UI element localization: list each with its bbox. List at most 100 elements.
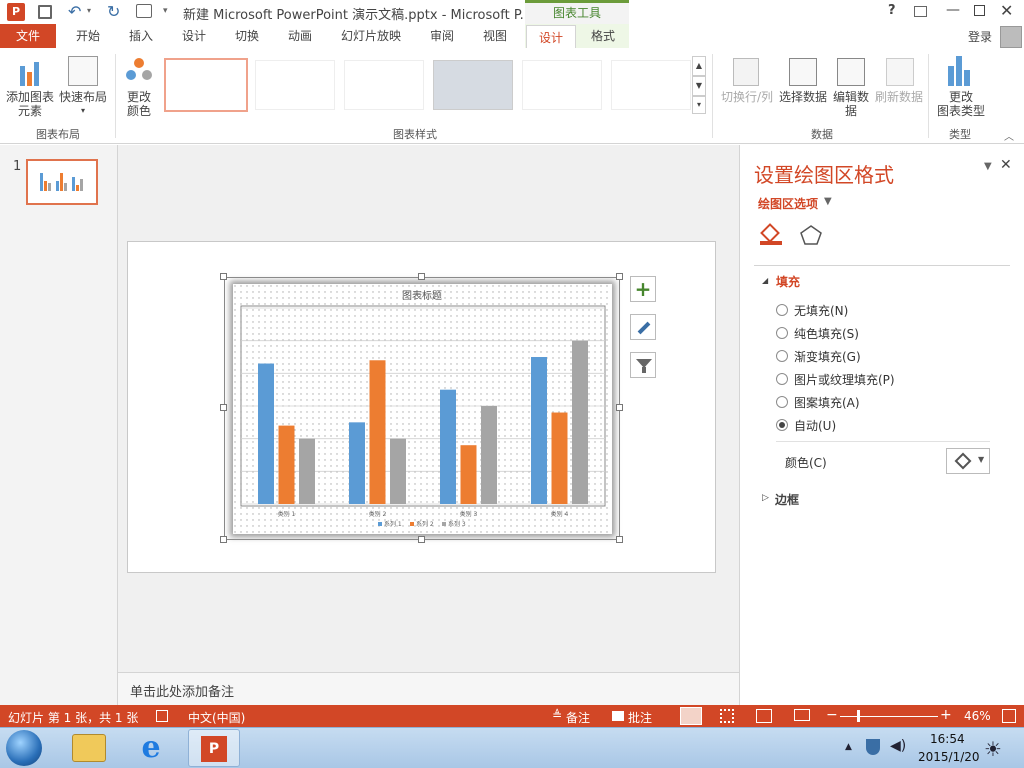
radio-pattern-fill[interactable] <box>776 396 788 408</box>
show-hidden-icons[interactable]: ▲ <box>845 742 852 752</box>
chart-filters-button[interactable] <box>630 352 656 378</box>
tab-design[interactable]: 设计 <box>168 24 220 48</box>
bar-2-1[interactable] <box>278 425 295 504</box>
selection-handle[interactable] <box>418 273 425 280</box>
zoom-slider-track[interactable] <box>840 716 938 717</box>
zoom-out-button[interactable]: − <box>826 707 838 723</box>
start-button[interactable] <box>6 730 42 766</box>
selection-handle[interactable] <box>220 404 227 411</box>
restore-button[interactable] <box>974 5 985 16</box>
bar-2-4[interactable] <box>551 412 568 504</box>
pane-options-dropdown-icon[interactable]: ▼ <box>984 161 992 172</box>
normal-view-button[interactable] <box>680 707 702 725</box>
fill-section-collapse-icon[interactable]: ◢ <box>762 276 768 285</box>
radio-no-fill[interactable] <box>776 304 788 316</box>
brightness-icon[interactable]: ☀ <box>984 737 1002 761</box>
slide-canvas[interactable]: 图表标题 类别 1 类别 2 类别 3 类别 4 系列 1 系列 2 系列 3 + <box>127 241 716 573</box>
powerpoint-taskbar-icon[interactable]: P <box>188 729 240 767</box>
language-status[interactable]: 中文(中国) <box>188 709 245 726</box>
chart-style-1[interactable] <box>164 58 248 112</box>
add-chart-element-button[interactable]: 添加图表 元素 <box>4 90 56 118</box>
login-link[interactable]: 登录 <box>968 28 992 45</box>
tab-view[interactable]: 视图 <box>470 24 520 48</box>
chart-area[interactable]: 图表标题 类别 1 类别 2 类别 3 类别 4 系列 1 系列 2 系列 3 <box>233 284 612 534</box>
radio-gradient-fill[interactable] <box>776 350 788 362</box>
volume-icon[interactable]: ◀) <box>890 738 906 754</box>
bar-1-1[interactable] <box>258 363 274 504</box>
chart-style-6[interactable] <box>611 60 691 110</box>
radio-picture-fill[interactable] <box>776 373 788 385</box>
save-icon[interactable] <box>38 5 52 19</box>
close-button[interactable]: ✕ <box>1000 1 1013 20</box>
tab-slideshow[interactable]: 幻灯片放映 <box>330 24 412 48</box>
clock-time[interactable]: 16:54 <box>930 732 965 746</box>
automatic-fill-option[interactable]: 自动(U) <box>776 415 836 435</box>
select-data-button[interactable]: 选择数据 <box>776 90 830 104</box>
notes-toggle-button[interactable]: 备注 <box>566 709 590 726</box>
plot-area-options-dropdown-icon[interactable]: ▼ <box>824 196 832 207</box>
legend-entry[interactable]: 系列 3 <box>448 520 466 528</box>
no-fill-option[interactable]: 无填充(N) <box>776 300 848 320</box>
border-section-header[interactable]: 边框 <box>775 491 799 508</box>
notes-pane[interactable]: 单击此处添加备注 <box>118 672 739 705</box>
pane-close-button[interactable]: ✕ <box>1000 157 1012 173</box>
effects-tab-icon[interactable] <box>800 225 822 245</box>
comments-button[interactable]: 批注 <box>628 709 652 726</box>
tab-home[interactable]: 开始 <box>62 24 114 48</box>
slide-count-status[interactable]: 幻灯片 第 1 张，共 1 张 <box>8 709 138 726</box>
undo-icon[interactable]: ↶ <box>68 2 81 21</box>
quick-layout-button[interactable]: 快速布局 <box>56 90 110 104</box>
gallery-more-icon[interactable]: ▾ <box>692 96 706 114</box>
selection-handle[interactable] <box>616 404 623 411</box>
zoom-slider-thumb[interactable] <box>857 710 860 722</box>
slideshow-view-button[interactable] <box>794 709 810 721</box>
gallery-scroll-up-icon[interactable]: ▲ <box>692 56 706 76</box>
bar-1-3[interactable] <box>440 389 456 504</box>
bar-3-2[interactable] <box>390 438 406 504</box>
chart-style-2[interactable] <box>255 60 335 110</box>
switch-row-column-button[interactable]: 切换行/列 <box>718 90 776 104</box>
notes-toggle-icon[interactable]: ≜ <box>552 708 562 722</box>
picture-texture-fill-option[interactable]: 图片或纹理填充(P) <box>776 369 895 389</box>
gallery-scroll-down-icon[interactable]: ▼ <box>692 76 706 96</box>
tab-chart-design[interactable]: 设计 <box>526 25 576 49</box>
fill-section-header[interactable]: 填充 <box>776 273 800 290</box>
comments-icon[interactable] <box>612 711 624 721</box>
refresh-data-button[interactable]: 刷新数据 <box>872 90 926 104</box>
edit-data-button[interactable]: 编辑数 据 <box>830 90 872 118</box>
border-section-expand-icon[interactable]: ▷ <box>762 493 769 503</box>
chart-styles-brush-button[interactable] <box>630 314 656 340</box>
collapse-ribbon-icon[interactable]: ︿ <box>1004 128 1014 143</box>
fit-to-window-button[interactable] <box>1002 709 1016 723</box>
chart-elements-button[interactable]: + <box>630 276 656 302</box>
fill-line-tab-icon[interactable] <box>760 223 782 246</box>
radio-solid-fill[interactable] <box>776 327 788 339</box>
tab-chart-format[interactable]: 格式 <box>578 24 628 48</box>
ribbon-display-options-icon[interactable] <box>914 6 927 17</box>
start-from-beginning-icon[interactable] <box>136 4 152 18</box>
zoom-in-button[interactable]: + <box>940 707 952 723</box>
minimize-button[interactable]: — <box>946 2 960 18</box>
help-button[interactable]: ? <box>888 3 896 18</box>
slide-thumbnail[interactable] <box>26 159 98 205</box>
reading-view-button[interactable] <box>756 709 772 723</box>
tab-transitions[interactable]: 切换 <box>222 24 272 48</box>
pattern-fill-option[interactable]: 图案填充(A) <box>776 392 860 412</box>
security-shield-icon[interactable] <box>866 739 880 755</box>
selection-handle[interactable] <box>616 273 623 280</box>
chart-style-3[interactable] <box>344 60 424 110</box>
selection-handle[interactable] <box>418 536 425 543</box>
legend-entry[interactable]: 系列 2 <box>416 520 434 528</box>
radio-automatic[interactable] <box>776 419 788 431</box>
slide-sorter-view-button[interactable] <box>720 709 734 723</box>
internet-explorer-taskbar-icon[interactable]: e <box>134 732 168 764</box>
bar-3-3[interactable] <box>481 406 497 504</box>
notes-placeholder[interactable]: 单击此处添加备注 <box>130 681 234 700</box>
change-colors-button[interactable]: 更改 颜色 <box>118 90 160 118</box>
zoom-level[interactable]: 46% <box>964 709 991 723</box>
spell-check-icon[interactable] <box>156 710 168 722</box>
legend-entry[interactable]: 系列 1 <box>384 520 402 528</box>
chart-style-5[interactable] <box>522 60 602 110</box>
chart-style-4[interactable] <box>433 60 513 110</box>
selection-handle[interactable] <box>616 536 623 543</box>
